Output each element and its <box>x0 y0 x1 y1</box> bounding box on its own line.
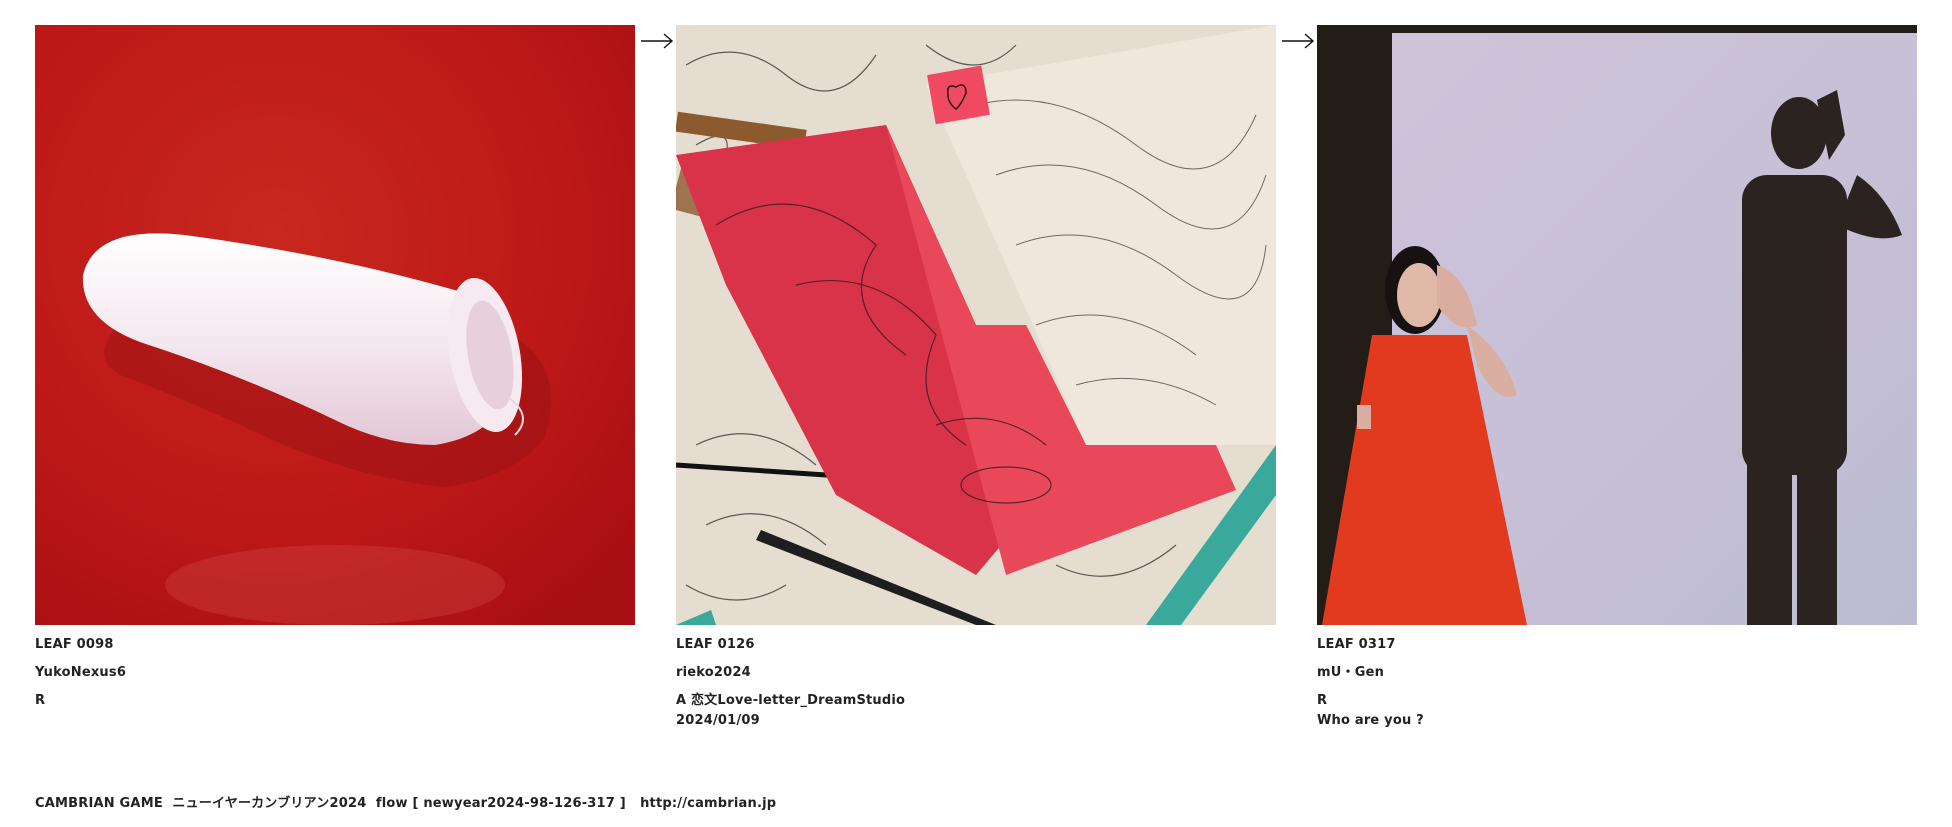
leaf-caption-extra <box>35 711 635 731</box>
leaf-id: LEAF 0317 <box>1317 637 1396 652</box>
love-letter-artwork <box>676 25 1276 625</box>
right-arrow-icon <box>640 30 674 52</box>
leaf-id: LEAF 0098 <box>35 637 114 652</box>
leaf-card-0317[interactable]: LEAF 0317 mU・Gen R Who are you ? <box>1317 25 1917 731</box>
towel-photo <box>35 25 635 625</box>
leaf-caption: A 恋文Love-letter_DreamStudio <box>676 693 906 708</box>
leaf-caption-extra: Who are you ? <box>1317 713 1424 728</box>
leaf-card-0098[interactable]: LEAF 0098 YukoNexus6 R <box>35 25 635 731</box>
leaf-author[interactable]: rieko2024 <box>676 663 1276 683</box>
leaf-card-0126[interactable]: LEAF 0126 rieko2024 A 恋文Love-letter_Drea… <box>676 25 1276 731</box>
leaf-id: LEAF 0126 <box>676 637 755 652</box>
leaf-image-love-letter[interactable] <box>676 25 1276 625</box>
flow-footer[interactable]: CAMBRIAN GAME ニューイヤーカンブリアン2024 flow [ ne… <box>35 792 776 811</box>
shadow-performance-photo <box>1317 25 1917 625</box>
leaf-author[interactable]: YukoNexus6 <box>35 663 635 683</box>
leaf-image-shadow-figure[interactable] <box>1317 25 1917 625</box>
leaf-date: 2024/01/09 <box>676 713 760 728</box>
leaf-author[interactable]: mU・Gen <box>1317 663 1917 683</box>
right-arrow-icon <box>1281 30 1315 52</box>
leaf-caption: R <box>1317 693 1328 708</box>
leaf-image-towel[interactable] <box>35 25 635 625</box>
leaf-caption: R <box>35 693 46 708</box>
